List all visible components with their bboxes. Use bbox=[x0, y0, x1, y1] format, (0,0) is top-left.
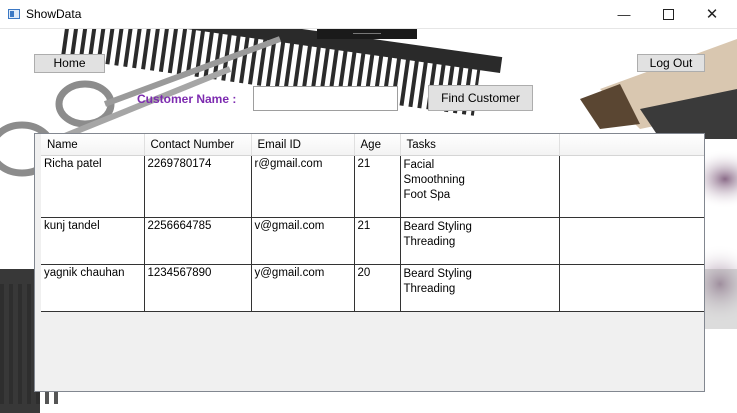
task-item: Foot Spa bbox=[403, 189, 451, 201]
task-item: Facial bbox=[403, 159, 435, 171]
cell-age[interactable]: 21 bbox=[354, 217, 401, 265]
cell-filler bbox=[559, 217, 704, 265]
table-row[interactable]: Richa patel 2269780174 r@gmail.com 21 Fa… bbox=[41, 155, 704, 218]
window-client-area: Home Log Out Customer Name : Find Custom… bbox=[0, 29, 737, 413]
app-window-icon bbox=[8, 9, 20, 19]
window-title: ShowData bbox=[26, 7, 82, 21]
cell-contact[interactable]: 2256664785 bbox=[144, 217, 252, 265]
cell-email[interactable]: v@gmail.com bbox=[251, 217, 355, 265]
table-row[interactable]: yagnik chauhan 1234567890 y@gmail.com 20… bbox=[41, 264, 704, 312]
customer-data-grid: Name Contact Number Email ID Age Tasks R… bbox=[34, 133, 705, 392]
cell-filler bbox=[559, 155, 704, 218]
cell-tasks[interactable]: Facial Smoothning Foot Spa bbox=[400, 155, 560, 218]
top-handle bbox=[317, 29, 417, 39]
cell-name[interactable]: kunj tandel bbox=[41, 217, 145, 265]
table-row[interactable]: kunj tandel 2256664785 v@gmail.com 21 Be… bbox=[41, 217, 704, 265]
customer-name-label: Customer Name : bbox=[137, 92, 237, 106]
column-header-age[interactable]: Age bbox=[354, 134, 401, 156]
cell-email[interactable]: r@gmail.com bbox=[251, 155, 355, 218]
cell-contact[interactable]: 2269780174 bbox=[144, 155, 252, 218]
column-header-tasks[interactable]: Tasks bbox=[400, 134, 560, 156]
column-header-contact[interactable]: Contact Number bbox=[144, 134, 252, 156]
cell-name[interactable]: yagnik chauhan bbox=[41, 264, 145, 312]
logout-button[interactable]: Log Out bbox=[637, 54, 705, 72]
column-header-name[interactable]: Name bbox=[41, 134, 145, 156]
task-item: Beard Styling bbox=[403, 268, 472, 280]
task-item: Smoothning bbox=[403, 174, 465, 186]
customer-table: Name Contact Number Email ID Age Tasks R… bbox=[41, 134, 704, 312]
maximize-icon bbox=[662, 9, 674, 21]
customer-name-input[interactable] bbox=[253, 86, 398, 111]
close-button[interactable]: ✕ bbox=[689, 0, 735, 29]
task-item: Threading bbox=[403, 283, 456, 295]
cell-filler bbox=[559, 264, 704, 312]
maximize-button[interactable] bbox=[645, 0, 691, 29]
cell-age[interactable]: 20 bbox=[354, 264, 401, 312]
minimize-button[interactable]: — bbox=[601, 0, 647, 29]
column-header-email[interactable]: Email ID bbox=[251, 134, 355, 156]
task-item: Threading bbox=[403, 236, 456, 248]
title-bar: ShowData — ✕ bbox=[0, 0, 737, 29]
find-customer-button[interactable]: Find Customer bbox=[428, 85, 533, 111]
cell-contact[interactable]: 1234567890 bbox=[144, 264, 252, 312]
task-item: Beard Styling bbox=[403, 221, 472, 233]
table-header-row: Name Contact Number Email ID Age Tasks bbox=[41, 134, 704, 156]
cell-email[interactable]: y@gmail.com bbox=[251, 264, 355, 312]
cell-tasks[interactable]: Beard Styling Threading bbox=[400, 264, 560, 312]
cell-name[interactable]: Richa patel bbox=[41, 155, 145, 218]
column-header-filler bbox=[559, 134, 704, 156]
cell-age[interactable]: 21 bbox=[354, 155, 401, 218]
home-button[interactable]: Home bbox=[34, 54, 105, 73]
cell-tasks[interactable]: Beard Styling Threading bbox=[400, 217, 560, 265]
